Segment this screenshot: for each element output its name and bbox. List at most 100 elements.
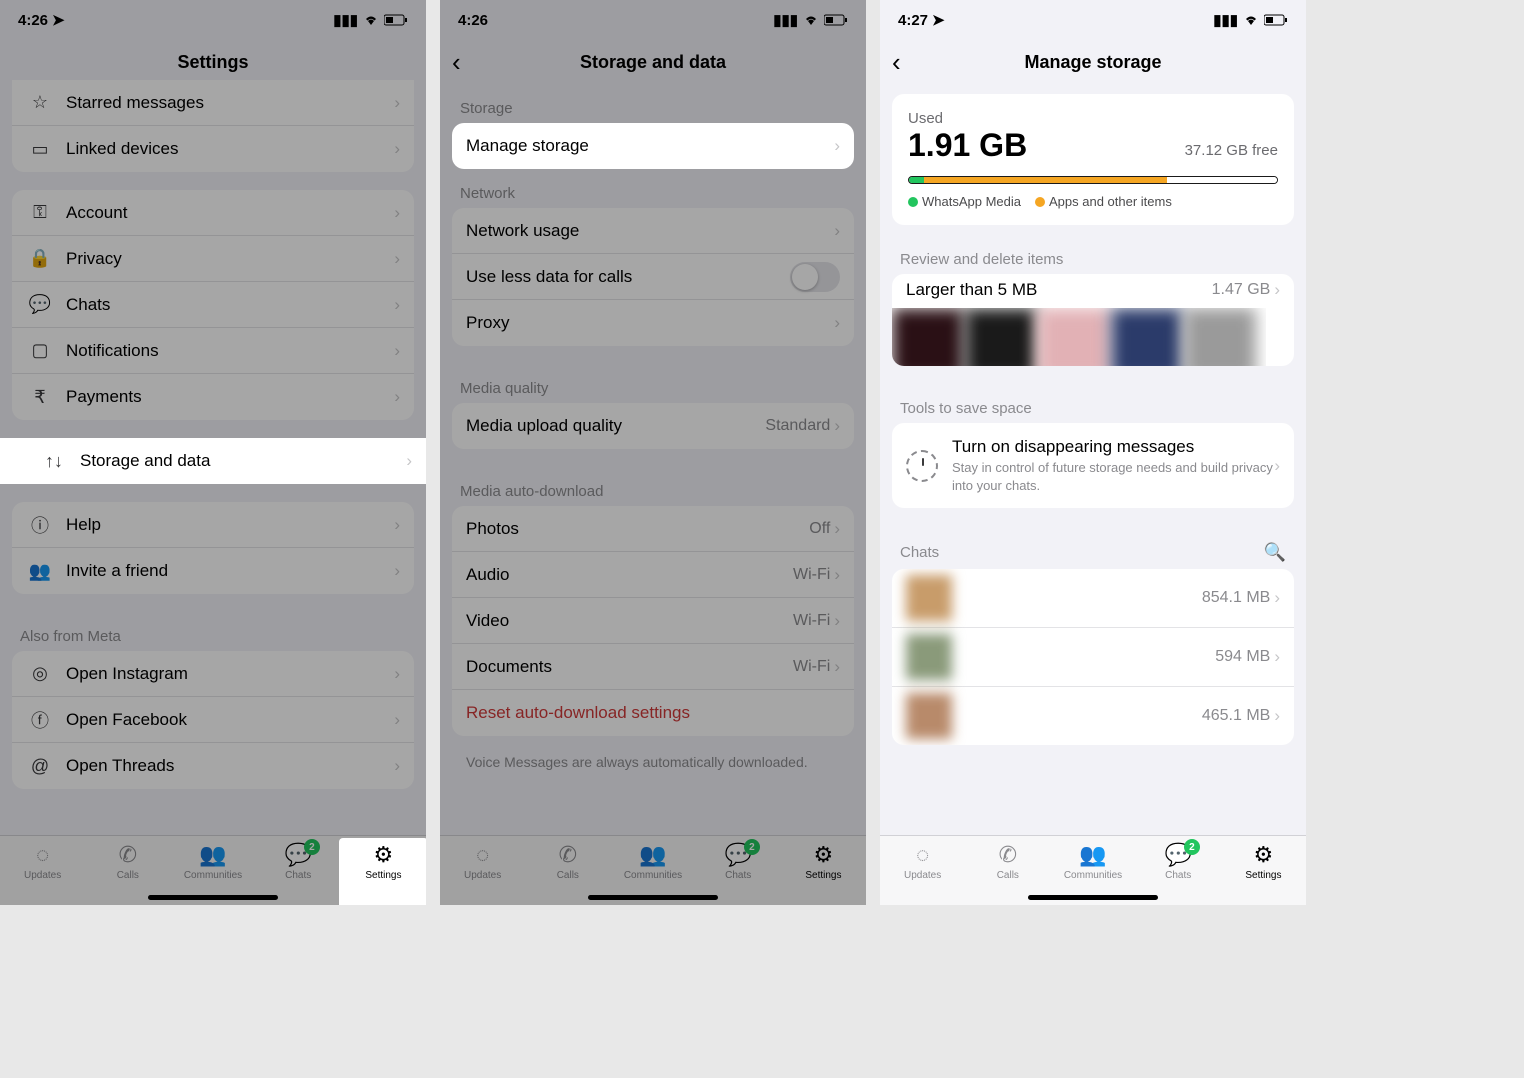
section-media-auto: Media auto-download [440,467,866,506]
battery-icon [1264,14,1288,26]
row-network-usage[interactable]: Network usage› [452,208,854,254]
communities-icon: 👥 [639,842,666,868]
chevron-right-icon: › [406,451,412,471]
tab-settings[interactable]: ⚙Settings [781,842,866,905]
chevron-right-icon: › [394,710,400,730]
gear-icon: ⚙ [814,842,834,868]
calls-icon: ✆ [119,842,137,868]
media-thumbnails [892,308,1266,366]
row-payments[interactable]: ₹Payments› [12,374,414,420]
row-notifications[interactable]: ▢Notifications› [12,328,414,374]
gear-icon: ⚙ [374,842,394,868]
wifi-icon [1243,14,1259,26]
status-bar: 4:26 ▮▮▮ [440,0,866,40]
chevron-right-icon: › [394,341,400,361]
instagram-icon: ◎ [26,663,54,684]
chevron-right-icon: › [394,756,400,776]
gear-icon: ⚙ [1254,842,1274,868]
row-privacy[interactable]: 🔒Privacy› [12,236,414,282]
chevron-right-icon: › [394,249,400,269]
tab-updates[interactable]: ◌Updates [0,842,85,905]
tab-updates[interactable]: ◌Updates [440,842,525,905]
row-account[interactable]: ⚿Account› [12,190,414,236]
row-photos[interactable]: PhotosOff› [452,506,854,552]
row-audio[interactable]: AudioWi-Fi› [452,552,854,598]
page-title: Settings [0,52,426,73]
row-upload-quality[interactable]: Media upload qualityStandard› [452,403,854,449]
updates-icon: ◌ [476,842,489,868]
wifi-icon [803,14,819,26]
row-less-data[interactable]: Use less data for calls [452,254,854,300]
legend-dot-whatsapp [908,197,918,207]
seg-whatsapp [909,177,924,183]
people-icon: 👥 [26,561,54,582]
chats-icon: 💬2 [725,842,752,868]
chevron-right-icon: › [834,221,840,241]
key-icon: ⚿ [26,202,54,223]
row-storage-data[interactable]: ↑↓ Storage and data › [0,438,426,484]
row-video[interactable]: VideoWi-Fi› [452,598,854,644]
tab-settings[interactable]: ⚙Settings [1221,842,1306,905]
chevron-right-icon: › [394,139,400,159]
chevron-right-icon: › [834,519,840,539]
laptop-icon: ▭ [26,139,54,160]
battery-icon [824,14,848,26]
chat-storage-row[interactable]: 594 MB › [892,628,1294,687]
row-threads[interactable]: @Open Threads› [12,743,414,789]
page-title: Manage storage [880,52,1306,73]
signal-icon: ▮▮▮ [333,11,358,29]
communities-icon: 👥 [199,842,226,868]
row-linked[interactable]: ▭ Linked devices › [12,126,414,172]
home-indicator [588,895,718,900]
tab-updates[interactable]: ◌Updates [880,842,965,905]
row-help[interactable]: ⓘHelp› [12,502,414,548]
signal-icon: ▮▮▮ [1213,11,1238,29]
row-starred[interactable]: ☆ Starred messages › [12,80,414,126]
chat-icon: 💬 [26,294,54,315]
chevron-right-icon: › [834,565,840,585]
less-data-toggle[interactable] [790,262,840,292]
row-disappearing[interactable]: Turn on disappearing messages Stay in co… [892,423,1294,508]
storage-bar [908,176,1278,184]
row-manage-storage[interactable]: Manage storage › [452,123,854,169]
chevron-right-icon: › [394,295,400,315]
location-icon: ➤ [932,11,945,29]
calls-icon: ✆ [999,842,1017,868]
row-facebook[interactable]: ⓕOpen Facebook› [12,697,414,743]
tab-settings[interactable]: ⚙Settings [339,838,426,905]
section-storage: Storage [440,84,866,123]
chevron-right-icon: › [1274,588,1280,608]
chevron-right-icon: › [834,416,840,436]
row-reset-autodownload[interactable]: Reset auto-download settings [452,690,854,736]
threads-icon: @ [26,756,54,777]
battery-icon [384,14,408,26]
chat-avatar [906,634,952,680]
chat-storage-row[interactable]: 465.1 MB › [892,687,1294,745]
updates-icon: ◌ [916,842,929,868]
chevron-right-icon: › [394,387,400,407]
footnote: Voice Messages are always automatically … [440,754,866,788]
signal-icon: ▮▮▮ [773,11,798,29]
storage-legend: WhatsApp Media Apps and other items [908,194,1278,209]
chevron-right-icon: › [394,203,400,223]
chevron-right-icon: › [834,313,840,333]
search-icon[interactable]: 🔍 [1264,542,1286,563]
chevron-right-icon: › [834,657,840,677]
disappearing-title: Turn on disappearing messages [952,437,1274,457]
page-title: Storage and data [440,52,866,73]
chevron-right-icon: › [1274,280,1280,300]
row-chats[interactable]: 💬Chats› [12,282,414,328]
section-network: Network [440,169,866,208]
info-icon: ⓘ [26,512,54,538]
row-proxy[interactable]: Proxy› [452,300,854,346]
row-invite[interactable]: 👥Invite a friend› [12,548,414,594]
chat-avatar [906,693,952,739]
row-larger-than-5mb[interactable]: Larger than 5 MB 1.47 GB › [892,274,1294,366]
chats-heading: Chats [900,544,939,561]
calls-icon: ✆ [559,842,577,868]
chat-storage-row[interactable]: 854.1 MB › [892,569,1294,628]
disappearing-icon [906,450,938,482]
row-instagram[interactable]: ◎Open Instagram› [12,651,414,697]
row-documents[interactable]: DocumentsWi-Fi› [452,644,854,690]
chevron-right-icon: › [394,664,400,684]
